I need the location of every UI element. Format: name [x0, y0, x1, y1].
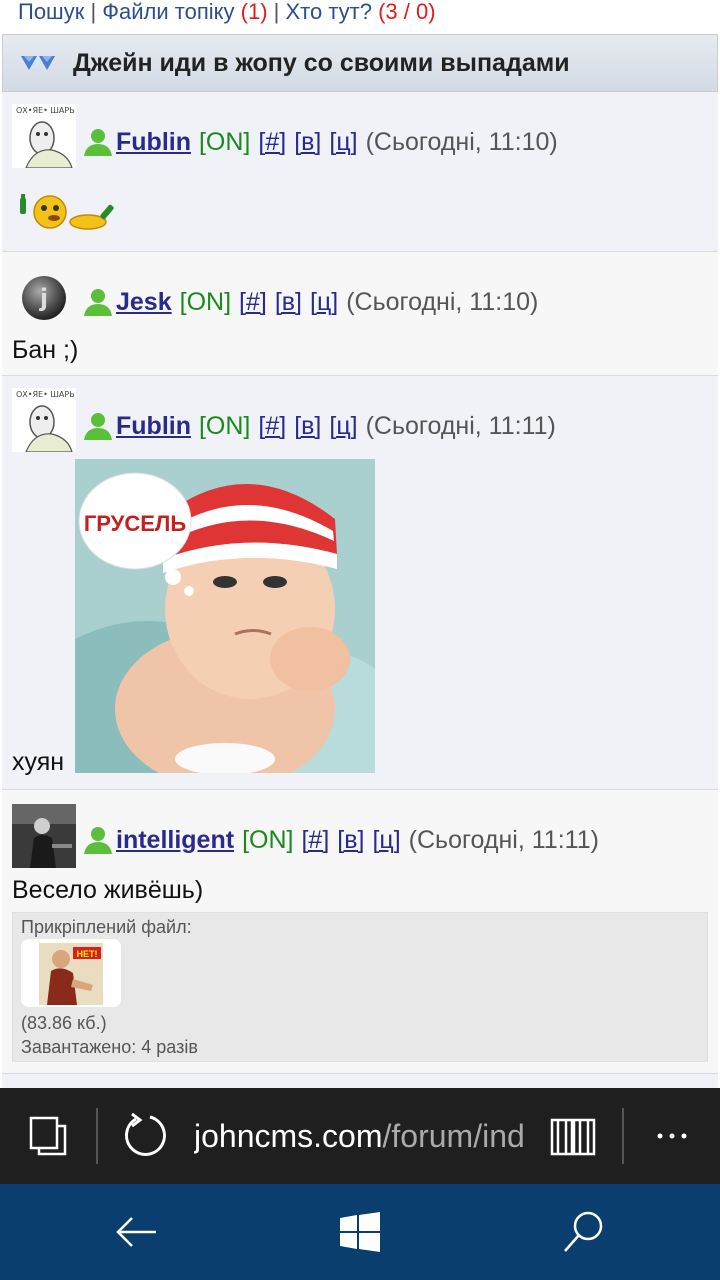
topic-header: Джейн иди в жопу со своими выпадами	[2, 34, 718, 92]
reading-view-icon[interactable]	[548, 1110, 598, 1160]
post-header: intelligent [ON] [#] [в] [ц] (Сьогодні, …	[82, 824, 599, 856]
user-avatar[interactable]: j	[20, 274, 68, 322]
system-nav-bar	[0, 1184, 720, 1280]
post-anchor-link[interactable]: [#]	[258, 128, 286, 157]
quote-link[interactable]: [ц]	[329, 412, 357, 441]
user-avatar[interactable]	[12, 804, 76, 868]
online-status: [ON]	[198, 127, 251, 156]
post-anchor-link[interactable]: [#]	[301, 826, 329, 855]
url-host: johncms.com	[194, 1118, 383, 1154]
image-caption: ГРУСЕЛЬ	[84, 511, 187, 536]
online-status: [ON]	[198, 411, 251, 440]
post-header: Fublin [ON] [#] [в] [ц] (Сьогодні, 11:10…	[82, 126, 558, 158]
double-arrow-down-icon	[19, 50, 59, 76]
post-time: (Сьогодні, 11:11)	[408, 825, 599, 854]
post-header: Jesk [ON] [#] [в] [ц] (Сьогодні, 11:10)	[82, 286, 538, 318]
topic-title: Джейн иди в жопу со своими выпадами	[73, 48, 570, 77]
reply-link[interactable]: [в]	[337, 826, 364, 855]
forum-post-partial	[2, 1074, 718, 1088]
post-anchor-link[interactable]: [#]	[239, 288, 267, 317]
reply-link[interactable]: [в]	[294, 412, 321, 441]
user-nick[interactable]: intelligent	[116, 826, 234, 855]
svg-text:j: j	[39, 284, 48, 312]
svg-text:ОХ•ЯЕ• ШАРЬ: ОХ•ЯЕ• ШАРЬ	[16, 390, 75, 399]
online-status: [ON]	[242, 825, 294, 854]
online-status: [ON]	[179, 287, 232, 316]
url-path: /forum/inde	[382, 1118, 527, 1154]
more-options-icon[interactable]	[648, 1110, 698, 1160]
attachment-downloads: Завантажено: 4 разів	[21, 1037, 198, 1057]
topic-files-link[interactable]: Файли топіку	[102, 0, 234, 24]
user-nick[interactable]: Fublin	[116, 412, 191, 441]
windows-logo-icon[interactable]	[336, 1208, 384, 1256]
svg-text:ОХ•ЯЕ• ШАРЬ: ОХ•ЯЕ• ШАРЬ	[16, 106, 75, 115]
quote-link[interactable]: [ц]	[329, 128, 357, 157]
attachment-box: Прикріплений файл: НЕТ! (83.86 кб.) Зава…	[12, 912, 708, 1062]
user-online-icon	[82, 126, 114, 158]
baby-meme-image[interactable]: ГРУСЕЛЬ	[75, 459, 375, 789]
forum-post: intelligent [ON] [#] [в] [ц] (Сьогодні, …	[2, 790, 718, 1074]
back-arrow-icon[interactable]	[112, 1208, 160, 1256]
user-nick[interactable]: Jesk	[116, 288, 172, 317]
forum-post: j Jesk [ON] [#] [в] [ц] (Сьогодні, 11:10…	[2, 252, 718, 376]
forum-post: ОХ•ЯЕ• ШАРЬ Fublin [ON] [#] [в] [ц] (Сьо…	[2, 92, 718, 252]
quote-link[interactable]: [ц]	[310, 288, 338, 317]
forum-post: ОХ•ЯЕ• ШАРЬ Fublin [ON] [#] [в] [ц] (Сьо…	[2, 376, 718, 790]
user-avatar[interactable]: ОХ•ЯЕ• ШАРЬ	[12, 104, 76, 168]
top-links-bar: Пошук | Файли топіку (1) | Хто тут? (3 /…	[0, 0, 720, 34]
post-text: Бан ;)	[12, 336, 79, 364]
who-count: (3 / 0)	[371, 0, 436, 24]
attachment-size: (83.86 кб.)	[21, 1013, 107, 1033]
toolbar-divider	[622, 1108, 624, 1164]
address-bar[interactable]: johncms.com/forum/inde	[194, 1114, 526, 1158]
search-link[interactable]: Пошук	[18, 0, 84, 24]
files-count: (1)	[234, 0, 268, 24]
attachment-thumbnail[interactable]: НЕТ!	[21, 939, 121, 1007]
user-online-icon	[82, 824, 114, 856]
separator: |	[84, 0, 103, 24]
toolbar-divider	[96, 1108, 98, 1164]
reply-link[interactable]: [в]	[294, 128, 321, 157]
post-time: (Сьогодні, 11:10)	[346, 287, 539, 316]
post-anchor-link[interactable]: [#]	[258, 412, 286, 441]
separator: |	[267, 0, 286, 24]
post-text: Весело живёшь)	[12, 876, 204, 904]
user-nick[interactable]: Fublin	[116, 128, 191, 157]
attachment-thumb-text: НЕТ!	[77, 949, 98, 959]
quote-link[interactable]: [ц]	[372, 826, 400, 855]
tabs-icon[interactable]	[24, 1110, 74, 1160]
smiley-drinking-icon	[16, 192, 122, 237]
attachment-label: Прикріплений файл:	[21, 917, 192, 937]
browser-toolbar: johncms.com/forum/inde	[0, 1088, 720, 1184]
reply-link[interactable]: [в]	[275, 288, 302, 317]
post-header: Fublin [ON] [#] [в] [ц] (Сьогодні, 11:11…	[82, 410, 556, 442]
post-time: (Сьогодні, 11:10)	[365, 127, 558, 156]
search-icon[interactable]	[560, 1208, 608, 1256]
who-is-here-link[interactable]: Хто тут?	[285, 0, 372, 24]
user-online-icon	[82, 286, 114, 318]
post-time: (Сьогодні, 11:11)	[365, 411, 556, 440]
post-text: хуян	[12, 748, 65, 776]
user-avatar[interactable]: ОХ•ЯЕ• ШАРЬ	[12, 388, 76, 452]
user-online-icon	[82, 410, 114, 442]
refresh-icon[interactable]	[120, 1110, 170, 1160]
